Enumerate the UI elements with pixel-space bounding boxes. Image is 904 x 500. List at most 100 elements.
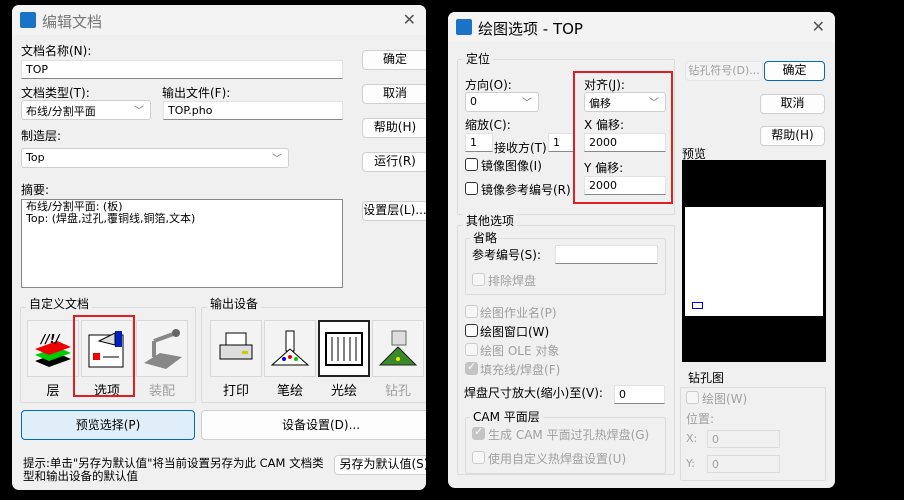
y-label: Y: bbox=[686, 457, 695, 470]
doc-name-input[interactable]: TOP bbox=[21, 60, 343, 79]
layer-select[interactable]: Top ﹀ bbox=[21, 148, 289, 168]
layers-label: 层 bbox=[46, 384, 60, 399]
set-layers-button[interactable]: 设置层(L)... bbox=[362, 201, 426, 221]
location-label: 位置: bbox=[686, 412, 715, 426]
output-file-input[interactable]: TOP.pho bbox=[163, 101, 343, 120]
svg-text://!/: //!/ bbox=[39, 332, 61, 346]
drill-symbol-button: 钻孔符号(D)... bbox=[685, 61, 763, 81]
pad-scale-input[interactable]: 0 bbox=[614, 385, 665, 404]
exclude-pads-checkbox bbox=[472, 273, 485, 286]
summary-textarea[interactable]: 布线/分割平面: (板) Top: (焊盘,过孔,覆铜线,铜箔,文本) bbox=[21, 199, 343, 288]
summary-label: 摘要: bbox=[21, 183, 50, 197]
fill-lines-label: 填充线/焊盘(F) bbox=[480, 363, 561, 377]
ok-button[interactable]: 确定 bbox=[764, 61, 825, 81]
app-icon bbox=[20, 12, 36, 28]
photoplot-icon bbox=[325, 331, 363, 366]
title-bar: 绘图选项 - TOP ✕ bbox=[448, 12, 835, 42]
mirror-refdes-label: 镜像参考编号(R) bbox=[481, 183, 571, 197]
assembly-button bbox=[136, 320, 188, 377]
drill-y-input: 0 bbox=[707, 455, 780, 473]
close-icon[interactable]: ✕ bbox=[403, 10, 416, 29]
custom-thermal-checkbox bbox=[472, 451, 485, 464]
drill-plot-label: 绘图(W) bbox=[702, 392, 748, 406]
position-label: 定位 bbox=[463, 50, 494, 67]
output-device-label: 输出设备 bbox=[207, 295, 262, 312]
custom-thermal-label: 使用自定义热焊盘设置(U) bbox=[488, 452, 627, 466]
fill-lines-checkbox bbox=[465, 360, 478, 375]
preview-select-button[interactable]: 预览选择(P) bbox=[21, 410, 195, 440]
drill-drawing-label: 钻孔图 bbox=[685, 369, 728, 386]
plot-options-dialog: 绘图选项 - TOP ✕ 定位 方向(O): 0 ﹀ 缩放(C): 1 接收方(T… bbox=[448, 12, 835, 488]
layers-button[interactable]: //!/ bbox=[27, 320, 79, 377]
pen-plot-button[interactable] bbox=[264, 320, 316, 377]
hint-text: 提示:单击"另存为默认值"将当前设置另存为此 CAM 文档类型和输出设备的默认值 bbox=[23, 456, 324, 483]
cam-plane-label: CAM 平面层 bbox=[470, 408, 543, 425]
options-highlight bbox=[73, 315, 135, 397]
scale-label: 缩放(C): bbox=[465, 118, 511, 132]
edit-document-dialog: 编辑文档 ✕ 文档名称(N): TOP 文档类型(T): 布线/分割平面 ﹀ 输出… bbox=[12, 5, 426, 490]
ok-button[interactable]: 确定 bbox=[362, 50, 426, 70]
omit-label: 省略 bbox=[470, 229, 501, 246]
layers-icon: //!/ bbox=[35, 332, 71, 367]
other-options-label: 其他选项 bbox=[463, 212, 518, 229]
photoplot-button[interactable] bbox=[318, 320, 370, 377]
title-bar: 编辑文档 ✕ bbox=[12, 5, 426, 35]
device-setup-button[interactable]: 设备设置(D)... bbox=[201, 410, 426, 440]
orientation-label: 方向(O): bbox=[465, 78, 512, 92]
pad-scale-label: 焊盘尺寸放大(缩小)至(V): bbox=[464, 386, 603, 400]
drill-label: 钻孔 bbox=[384, 384, 411, 399]
drill-plot-checkbox bbox=[686, 391, 699, 404]
plot-ole-checkbox bbox=[465, 343, 478, 356]
drill-x-input: 0 bbox=[707, 430, 780, 448]
print-label: 打印 bbox=[222, 384, 249, 399]
preview-canvas bbox=[682, 160, 826, 362]
mirror-refdes-checkbox[interactable] bbox=[465, 182, 478, 195]
app-icon bbox=[456, 19, 472, 35]
save-default-button[interactable]: 另存为默认值(S) bbox=[334, 455, 426, 475]
doc-type-select[interactable]: 布线/分割平面 ﹀ bbox=[21, 100, 151, 120]
refdes-input[interactable] bbox=[555, 245, 658, 264]
photoplot-label: 光绘 bbox=[330, 384, 357, 399]
help-button[interactable]: 帮助(H) bbox=[362, 118, 426, 138]
drill-icon bbox=[378, 330, 418, 365]
plot-job-name-checkbox bbox=[465, 305, 478, 318]
exclude-pads-label: 排除焊盘 bbox=[488, 274, 537, 288]
chevron-down-icon: ﹀ bbox=[522, 98, 532, 109]
doc-type-label: 文档类型(T): bbox=[21, 86, 90, 100]
orientation-select[interactable]: 0 ﹀ bbox=[465, 92, 539, 112]
plot-ole-label: 绘图 OLE 对象 bbox=[480, 344, 560, 358]
doc-type-value: 布线/分割平面 bbox=[26, 105, 96, 118]
offset-highlight bbox=[573, 71, 673, 204]
plot-window-checkbox[interactable] bbox=[465, 324, 478, 337]
layer-label: 制造层: bbox=[21, 129, 62, 143]
help-button[interactable]: 帮助(H) bbox=[760, 126, 825, 146]
preview-shape bbox=[692, 302, 703, 309]
drill-button bbox=[372, 320, 424, 377]
run-button[interactable]: 运行(R) bbox=[362, 152, 426, 172]
assembly-icon bbox=[144, 328, 182, 369]
receiver-input[interactable]: 1 bbox=[548, 133, 574, 152]
doc-name-label: 文档名称(N): bbox=[21, 44, 92, 58]
printer-icon bbox=[219, 332, 253, 359]
print-button[interactable] bbox=[210, 320, 262, 377]
receiver-label: 接收方(T) bbox=[494, 141, 547, 155]
chevron-down-icon: ﹀ bbox=[272, 154, 282, 165]
pen-plotter-icon bbox=[270, 330, 310, 365]
plot-window-label: 绘图窗口(W) bbox=[480, 325, 550, 339]
layer-value: Top bbox=[26, 151, 45, 164]
x-label: X: bbox=[686, 432, 698, 445]
mirror-image-checkbox[interactable] bbox=[465, 158, 478, 171]
scale-input[interactable]: 1 bbox=[465, 133, 493, 152]
dialog-title: 编辑文档 bbox=[42, 13, 103, 31]
pen-plot-label: 笔绘 bbox=[276, 384, 303, 399]
plot-job-name-label: 绘图作业名(P) bbox=[480, 306, 557, 320]
assembly-label: 装配 bbox=[148, 384, 175, 399]
close-icon[interactable]: ✕ bbox=[812, 17, 825, 36]
refdes-label: 参考编号(S): bbox=[472, 248, 542, 262]
cancel-button[interactable]: 取消 bbox=[362, 84, 426, 104]
output-file-label: 输出文件(F): bbox=[162, 86, 231, 100]
cancel-button[interactable]: 取消 bbox=[760, 94, 825, 114]
chevron-down-icon: ﹀ bbox=[134, 106, 144, 117]
cam-thermal-checkbox bbox=[472, 425, 485, 440]
custom-document-label: 自定义文档 bbox=[26, 295, 93, 312]
